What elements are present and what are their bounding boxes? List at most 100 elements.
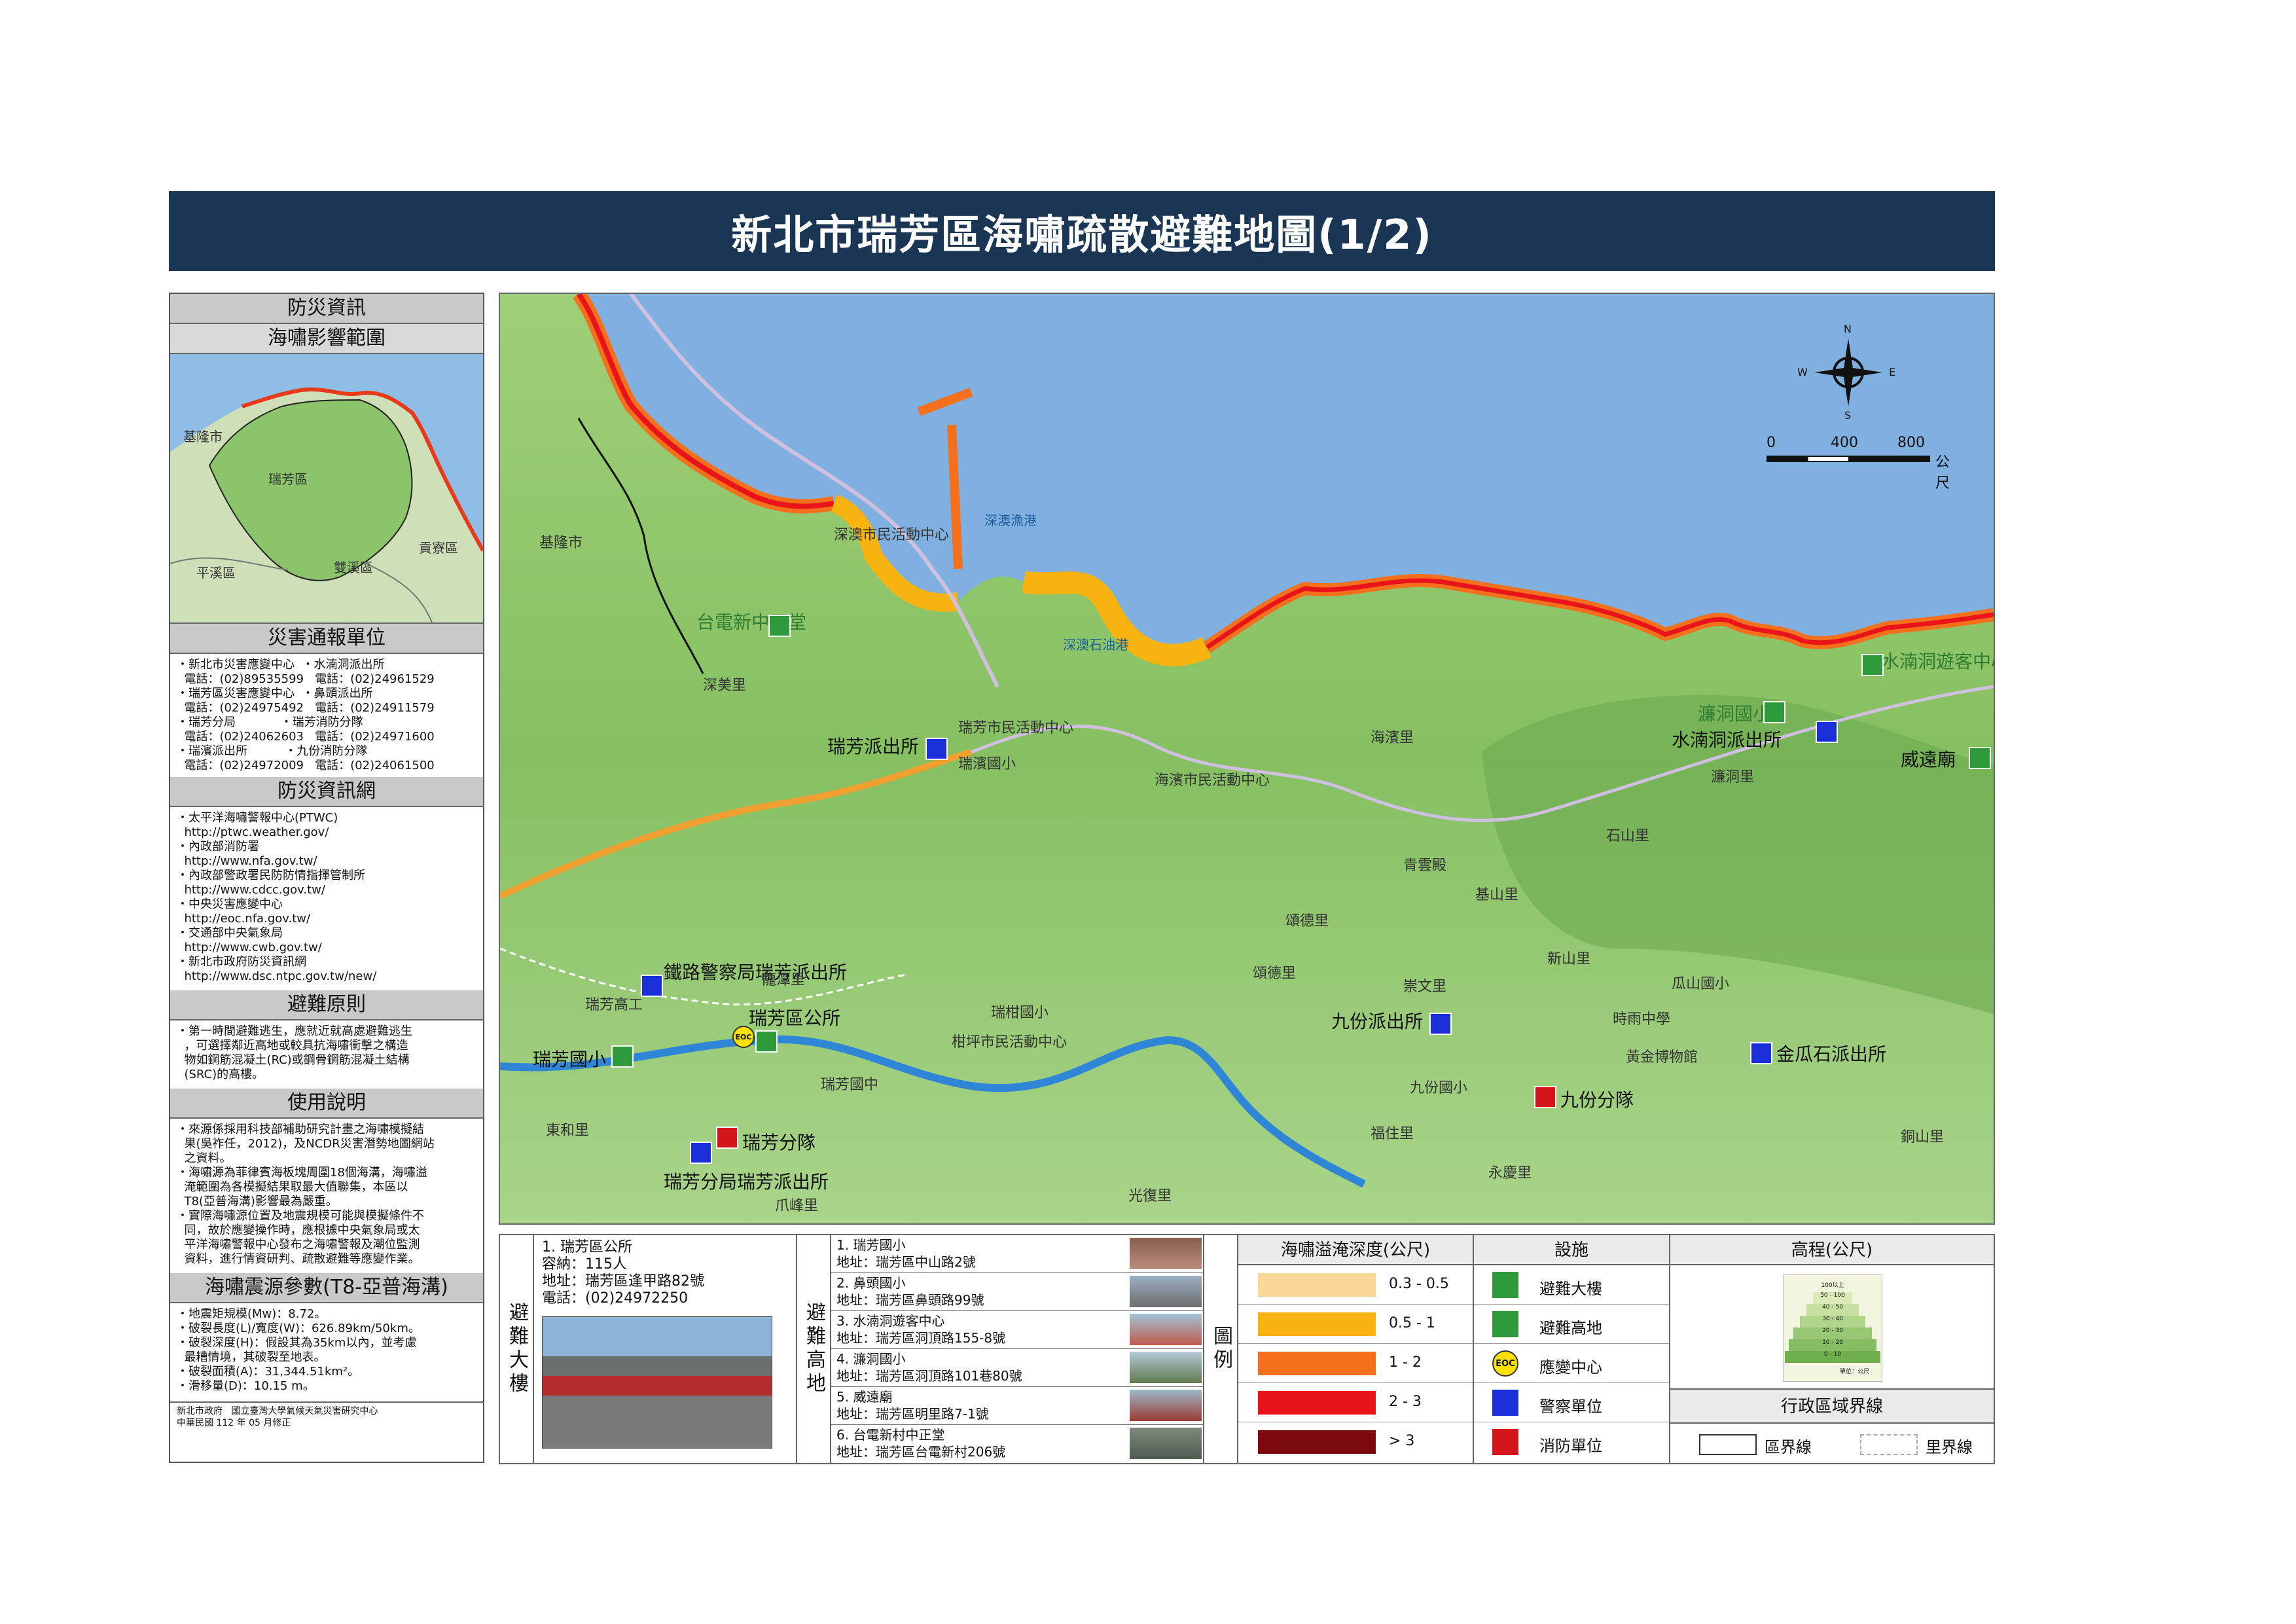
legend-label: 圖例 bbox=[1204, 1235, 1238, 1463]
usage-line: ・海嘯源為菲律賓海板塊周圍18個海溝，海嘯溢 bbox=[177, 1166, 427, 1180]
web-list: ・太平洋海嘯警報中心(PTWC) http://ptwc.weather.gov… bbox=[170, 807, 483, 990]
web-line: http://eoc.nfa.gov.tw/ bbox=[177, 912, 311, 926]
elevation-class: 50 - 100 bbox=[1813, 1292, 1852, 1304]
params-list: ・地震矩規模(Mw)：8.72。 ・破裂長度(L)/寬度(W)：626.89km… bbox=[170, 1303, 483, 1401]
place-label: 東和里 bbox=[546, 1123, 590, 1139]
inset-map-graphic bbox=[170, 388, 483, 623]
police-icon[interactable] bbox=[1750, 1042, 1772, 1064]
usage-list: ・來源係採用科技部補助研究計畫之海嘯模擬結 果(吳祚任，2012)，及NCDR災… bbox=[170, 1119, 483, 1273]
place-label: 威遠廟 bbox=[1901, 749, 1956, 770]
impact-inset-map: 瑞芳區 基隆市 平溪區 雙溪區 貢寮區 bbox=[170, 354, 483, 624]
depth-row: 2 - 3 bbox=[1238, 1383, 1473, 1422]
highland-header: 避難高地 bbox=[797, 1235, 831, 1463]
principle-line: 物如鋼筋混凝土(RC)或鋼骨鋼筋混凝土結構 bbox=[177, 1053, 410, 1067]
place-label: 金瓜石派出所 bbox=[1776, 1043, 1887, 1065]
police-icon[interactable] bbox=[690, 1142, 712, 1164]
place-label: 青雲殿 bbox=[1403, 857, 1447, 874]
highland-icon[interactable] bbox=[1969, 747, 1991, 769]
place-label: 海濱市民活動中心 bbox=[1155, 772, 1270, 789]
scale-bar: 0 400 800 公尺 bbox=[1767, 435, 1963, 492]
depth-row: 0.5 - 1 bbox=[1238, 1305, 1473, 1344]
highland-photo bbox=[1130, 1428, 1202, 1459]
police-icon[interactable] bbox=[641, 975, 663, 997]
place-label: 濂洞里 bbox=[1711, 769, 1755, 785]
place-label: 瑞芳市民活動中心 bbox=[958, 720, 1074, 736]
params-line: ・破裂深度(H)：假設其為35km以內，並考慮 bbox=[177, 1336, 417, 1350]
facility-legend: 設施 避難大樓 避難高地 EOC 應變中心 警察單位 消防單位 bbox=[1474, 1235, 1670, 1463]
elevation-class: 100以上 bbox=[1820, 1280, 1846, 1292]
fire-icon[interactable] bbox=[1534, 1086, 1556, 1108]
police-icon[interactable] bbox=[1816, 721, 1838, 743]
info-header: 防災資訊 bbox=[170, 294, 483, 324]
place-label: 銅山里 bbox=[1901, 1129, 1945, 1146]
main-map[interactable]: 深澳漁港 深澳石油港 基隆市 深美里 台電新中正堂 深澳市民活動中心 瑞芳派出所… bbox=[499, 293, 1995, 1225]
boundary-label: 里界線 bbox=[1926, 1438, 1973, 1456]
place-label: 水湳洞派出所 bbox=[1672, 729, 1782, 751]
police-icon[interactable] bbox=[925, 738, 948, 760]
inset-label: 貢寮區 bbox=[419, 540, 458, 556]
place-label: 鐵路警察局瑞芳派出所 bbox=[664, 962, 848, 983]
report-list: ・新北市災害應變中心 ・水湳洞派出所 電話：(02)89535599 電話：(0… bbox=[170, 654, 483, 777]
place-label: 深澳市民活動中心 bbox=[834, 527, 950, 543]
report-line: 電話：(02)24972009 電話：(02)24061500 bbox=[177, 759, 435, 772]
elevation-class: 40 - 50 bbox=[1806, 1304, 1859, 1316]
elevation-graphic: 100以上 50 - 100 40 - 50 30 - 40 20 - 30 1… bbox=[1783, 1274, 1882, 1382]
compass-rose-icon bbox=[1814, 338, 1882, 406]
highland-icon[interactable] bbox=[768, 615, 791, 637]
report-line: ・瑞芳區災害應變中心 ・鼻頭派出所 bbox=[177, 687, 373, 700]
elevation-class: 10 - 20 bbox=[1789, 1339, 1876, 1351]
principle-list: ・第一時間避難逃生，應就近就高處避難逃生 ，可選擇鄰近高地或較具抗海嘯衝擊之構造… bbox=[170, 1020, 483, 1089]
police-icon[interactable] bbox=[1429, 1013, 1452, 1035]
highland-item: 2. 鼻頭國小 地址：瑞芳區鼻頭路99號 bbox=[831, 1273, 1204, 1311]
usage-line: ・來源係採用科技部補助研究計畫之海嘯模擬結 bbox=[177, 1123, 424, 1136]
depth-swatch bbox=[1258, 1352, 1376, 1375]
place-label: 瑞芳分局瑞芳派出所 bbox=[664, 1171, 829, 1193]
facility-label: 警察單位 bbox=[1539, 1398, 1602, 1416]
footer-line: 新北市政府 國立臺灣大學氣候天氣災害研究中心 bbox=[177, 1406, 378, 1416]
depth-swatch bbox=[1258, 1391, 1376, 1415]
usage-header: 使用說明 bbox=[170, 1089, 483, 1119]
fire-icon bbox=[1492, 1429, 1518, 1455]
highland-icon bbox=[1492, 1311, 1518, 1337]
tall-building-name: 1. 瑞芳區公所 bbox=[542, 1239, 632, 1255]
sea-label: 深澳石油港 bbox=[1063, 637, 1128, 653]
usage-line: T8(亞普海溝)影響最為嚴重。 bbox=[177, 1195, 338, 1208]
fire-icon[interactable] bbox=[716, 1127, 738, 1149]
usage-line: 同，故於應變操作時，應根據中央氣象局或太 bbox=[177, 1223, 420, 1237]
facility-row: 避難高地 bbox=[1474, 1305, 1669, 1344]
elevation-class: 0 - 10 bbox=[1785, 1351, 1880, 1363]
place-label: 九份國小 bbox=[1410, 1080, 1468, 1096]
impact-header: 海嘯影響範圍 bbox=[170, 324, 483, 354]
depth-label: 2 - 3 bbox=[1389, 1394, 1422, 1410]
principle-line: (SRC)的高樓。 bbox=[177, 1068, 264, 1081]
tall-building-icon[interactable] bbox=[755, 1030, 778, 1053]
place-label: 柑坪市民活動中心 bbox=[952, 1034, 1067, 1051]
report-header: 災害通報單位 bbox=[170, 624, 483, 654]
place-label: 水湳洞遊客中心 bbox=[1881, 651, 1994, 672]
highland-icon[interactable] bbox=[1861, 654, 1884, 676]
map-graphic bbox=[500, 294, 1994, 1223]
compass-e: E bbox=[1889, 366, 1896, 378]
report-line: 電話：(02)24062603 電話：(02)24971600 bbox=[177, 730, 435, 744]
principle-line: ，可選擇鄰近高地或較具抗海嘯衝擊之構造 bbox=[177, 1039, 408, 1053]
highland-icon[interactable] bbox=[611, 1045, 634, 1068]
web-line: http://ptwc.weather.gov/ bbox=[177, 825, 329, 839]
place-label: 九份派出所 bbox=[1331, 1011, 1424, 1032]
place-label: 崇文里 bbox=[1403, 979, 1447, 995]
boundary-header: 行政區域界線 bbox=[1670, 1390, 1994, 1424]
place-label: 頌德里 bbox=[1285, 913, 1329, 929]
place-label: 黃金博物館 bbox=[1626, 1049, 1698, 1066]
compass: N S E W bbox=[1797, 323, 1896, 422]
elevation-pyramid: 100以上 50 - 100 40 - 50 30 - 40 20 - 30 1… bbox=[1670, 1265, 1994, 1390]
tall-building-capacity: 容納：115人 bbox=[542, 1256, 627, 1272]
web-line: ・內政部消防署 bbox=[177, 840, 259, 854]
eoc-icon[interactable]: EOC bbox=[732, 1026, 755, 1048]
compass-w: W bbox=[1797, 366, 1808, 378]
inset-label: 基隆市 bbox=[183, 429, 223, 444]
elevation-legend: 高程(公尺) 100以上 50 - 100 40 - 50 30 - 40 20… bbox=[1670, 1235, 1994, 1463]
footer-line: 中華民國 112 年 05 月修正 bbox=[177, 1418, 291, 1428]
usage-line: 平洋海嘯警報中心發布之海嘯警報及潮位監測 bbox=[177, 1238, 420, 1252]
facility-label: 避難大樓 bbox=[1539, 1280, 1602, 1298]
highland-icon[interactable] bbox=[1763, 701, 1785, 723]
place-label: 海濱里 bbox=[1371, 730, 1414, 746]
